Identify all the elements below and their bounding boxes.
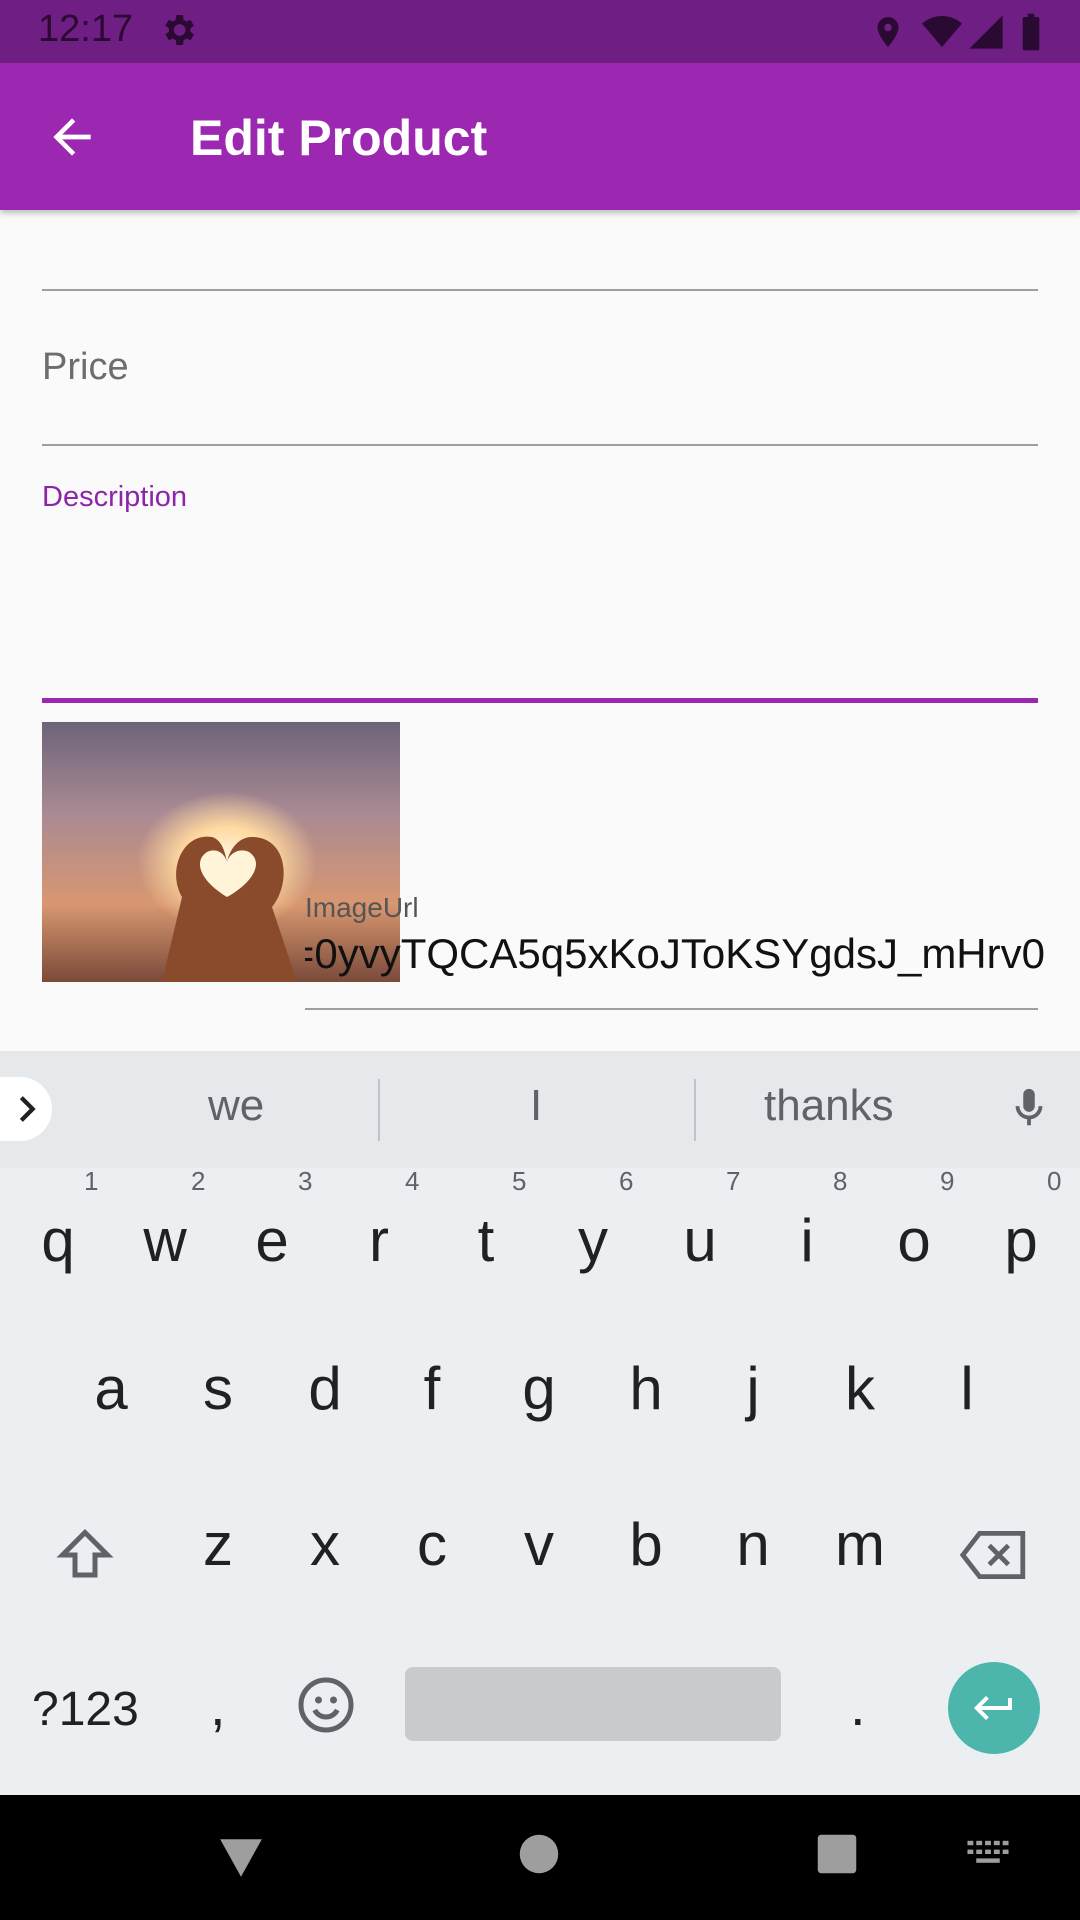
- nav-back-icon[interactable]: [216, 1835, 266, 1881]
- key-g[interactable]: g: [494, 1354, 584, 1423]
- key-c[interactable]: c: [387, 1510, 477, 1579]
- suggestion-i[interactable]: I: [530, 1081, 542, 1131]
- description-field-label: Description: [42, 481, 188, 513]
- key-j[interactable]: j: [708, 1354, 798, 1423]
- key-i[interactable]: i: [762, 1206, 852, 1275]
- key-hint-8: 8: [833, 1166, 848, 1196]
- key-w[interactable]: w: [120, 1206, 210, 1275]
- key-n[interactable]: n: [708, 1510, 798, 1579]
- title-field-underline: [42, 289, 1038, 291]
- suggestion-bar: we I thanks: [0, 1051, 1080, 1168]
- backspace-icon[interactable]: [958, 1525, 1030, 1585]
- microphone-icon[interactable]: [1006, 1081, 1052, 1135]
- price-field-underline: [42, 444, 1038, 446]
- key-u[interactable]: u: [655, 1206, 745, 1275]
- status-bar: 12:17: [0, 0, 1080, 63]
- page-title: Edit Product: [190, 110, 488, 166]
- status-time: 12:17: [38, 8, 134, 50]
- system-nav-bar: [0, 1795, 1080, 1920]
- key-v[interactable]: v: [494, 1510, 584, 1579]
- enter-key[interactable]: [948, 1662, 1040, 1754]
- key-x[interactable]: x: [280, 1510, 370, 1579]
- keyboard-icon[interactable]: [966, 1839, 1010, 1869]
- key-z[interactable]: z: [173, 1510, 263, 1579]
- key-hint-2: 2: [191, 1166, 206, 1196]
- soft-keyboard: we I thanks ?123 , . q 1w 2e 3r 4t 5y 6u 7i 8o 9p…: [0, 1051, 1080, 1795]
- key-p[interactable]: p: [976, 1206, 1066, 1275]
- location-icon: [877, 17, 899, 47]
- key-r[interactable]: r: [334, 1206, 424, 1275]
- key-o[interactable]: o: [869, 1206, 959, 1275]
- description-field-underline: [42, 698, 1038, 703]
- app-bar: Edit Product: [0, 63, 1080, 210]
- comma-key[interactable]: ,: [210, 1673, 226, 1738]
- suggestion-thanks[interactable]: thanks: [764, 1081, 894, 1131]
- key-f[interactable]: f: [387, 1354, 477, 1423]
- settings-icon: [165, 15, 194, 45]
- image-url-field[interactable]: 0yvyTQCA5q5xKoJToKSYgdsJ_mHrv0=: [305, 930, 1045, 982]
- image-url-field-underline: [305, 1008, 1038, 1010]
- back-arrow-icon[interactable]: [44, 109, 100, 165]
- key-e[interactable]: e: [227, 1206, 317, 1275]
- key-hint-7: 7: [726, 1166, 741, 1196]
- enter-icon: [974, 1696, 1012, 1720]
- battery-icon: [1022, 13, 1040, 51]
- image-url-value: 0yvyTQCA5q5xKoJToKSYgdsJ_mHrv0=: [305, 930, 1045, 977]
- suggestion-divider: [378, 1079, 380, 1141]
- key-m[interactable]: m: [815, 1510, 905, 1579]
- key-hint-5: 5: [512, 1166, 527, 1196]
- key-b[interactable]: b: [601, 1510, 691, 1579]
- key-hint-4: 4: [405, 1166, 420, 1196]
- signal-icon: [969, 15, 1003, 49]
- key-hint-6: 6: [619, 1166, 634, 1196]
- key-k[interactable]: k: [815, 1354, 905, 1423]
- key-a[interactable]: a: [66, 1354, 156, 1423]
- key-d[interactable]: d: [280, 1354, 370, 1423]
- description-field[interactable]: [42, 520, 1038, 690]
- key-y[interactable]: y: [548, 1206, 638, 1275]
- nav-recents-icon[interactable]: [816, 1833, 858, 1875]
- image-url-label: ImageUrl: [305, 892, 419, 923]
- key-hint-0: 0: [1047, 1166, 1062, 1196]
- price-field[interactable]: Price: [42, 346, 129, 389]
- chevron-right-icon: [19, 1096, 36, 1122]
- key-t[interactable]: t: [441, 1206, 531, 1275]
- expand-toolbar-button[interactable]: [0, 1077, 52, 1141]
- suggestion-we[interactable]: we: [208, 1081, 264, 1131]
- key-hint-9: 9: [940, 1166, 955, 1196]
- space-key[interactable]: [405, 1667, 781, 1741]
- key-s[interactable]: s: [173, 1354, 263, 1423]
- key-hint-3: 3: [298, 1166, 313, 1196]
- key-l[interactable]: l: [922, 1354, 1012, 1423]
- symbols-key[interactable]: ?123: [32, 1682, 139, 1737]
- suggestion-divider: [694, 1079, 696, 1141]
- shift-icon[interactable]: [52, 1525, 118, 1585]
- key-h[interactable]: h: [601, 1354, 691, 1423]
- key-hint-1: 1: [84, 1166, 99, 1196]
- nav-home-icon[interactable]: [518, 1833, 560, 1875]
- key-q[interactable]: q: [13, 1206, 103, 1275]
- period-key[interactable]: .: [850, 1673, 866, 1738]
- emoji-icon[interactable]: [296, 1675, 356, 1735]
- wifi-icon: [922, 16, 962, 47]
